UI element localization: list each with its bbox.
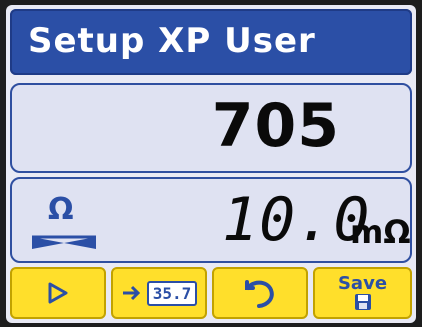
save-content: Save: [338, 275, 387, 311]
save-icon: [354, 293, 372, 311]
svg-text:Ω: Ω: [48, 192, 74, 227]
measurement-value: 10.0: [222, 185, 371, 255]
screen-title: Setup XP User: [28, 21, 316, 61]
softkey-bar: 35.7 Save: [10, 267, 412, 319]
device-screen: Setup XP User 705 Ω 10.0 mΩ 35.7 Save: [6, 5, 416, 323]
stack-value-label: 35.7: [146, 280, 198, 306]
undo-icon: [243, 276, 277, 310]
save-button[interactable]: Save: [313, 267, 412, 319]
stack-value-button[interactable]: 35.7: [111, 267, 207, 319]
main-value: 705: [211, 91, 340, 161]
arrow-stack-icon: [121, 282, 143, 304]
title-bar: Setup XP User: [10, 9, 412, 75]
measurement-panel: Ω 10.0 mΩ: [10, 177, 412, 263]
undo-button[interactable]: [212, 267, 308, 319]
measurement-unit: mΩ: [350, 213, 411, 251]
value-panel: 705: [10, 83, 412, 173]
play-icon: [46, 281, 70, 305]
ohm-icon: Ω: [24, 191, 104, 251]
stack-value-content: 35.7: [121, 280, 198, 306]
save-label: Save: [337, 273, 388, 294]
play-button[interactable]: [10, 267, 106, 319]
